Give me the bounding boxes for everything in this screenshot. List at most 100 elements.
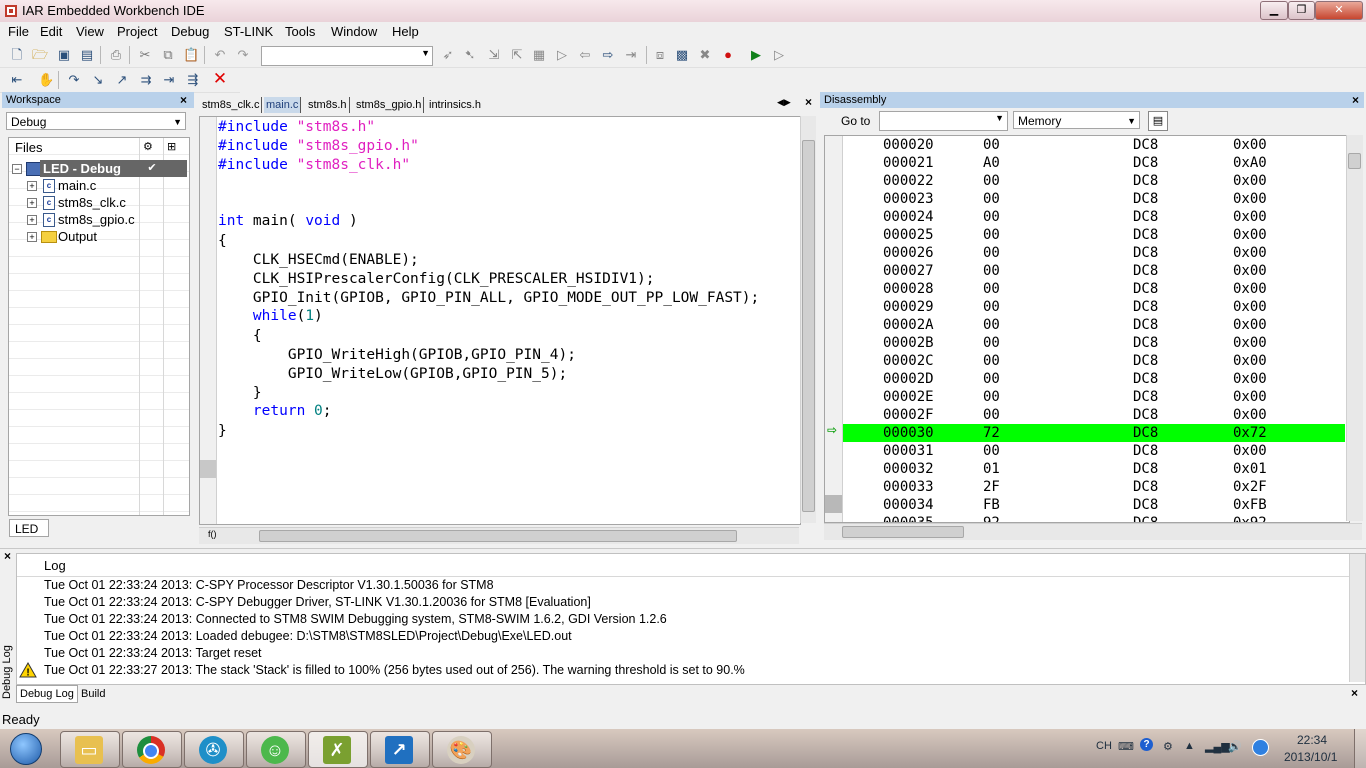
close-icon[interactable]: × (180, 92, 187, 108)
expand-icon[interactable]: + (27, 232, 37, 242)
clock-time[interactable]: 22:34 (1297, 733, 1327, 747)
disassembly-row[interactable]: 000029 00 DC8 0x00 (843, 298, 1345, 316)
step-out-icon[interactable]: ↗ (114, 72, 130, 88)
print-icon[interactable]: ⎙ (108, 47, 124, 63)
taskbar-chrome[interactable] (122, 731, 182, 768)
close-button[interactable]: ✕ (1315, 1, 1363, 20)
menu-tools[interactable]: Tools (285, 24, 315, 39)
tree-item-stm8s-gpio-c[interactable]: + c stm8s_gpio.c (9, 211, 187, 228)
network-icon[interactable]: ▂▄▆ (1205, 740, 1230, 753)
save-icon[interactable]: ▣ (56, 47, 72, 63)
collapse-icon[interactable]: − (12, 164, 22, 174)
disassembly-row[interactable]: 000028 00 DC8 0x00 (843, 280, 1345, 298)
tray-language[interactable]: CH (1096, 740, 1112, 752)
disassembly-options-icon[interactable]: ▤ (1148, 111, 1168, 131)
find-combo[interactable]: ▼ (261, 46, 433, 66)
compile-icon[interactable]: ⧈ (652, 47, 668, 63)
keyboard-icon[interactable]: ⌨ (1118, 740, 1134, 753)
log-vertical-scrollbar[interactable] (1349, 554, 1365, 682)
disassembly-row[interactable]: 00002D 00 DC8 0x00 (843, 370, 1345, 388)
tree-item-stm8s-clk-c[interactable]: + c stm8s_clk.c (9, 194, 187, 211)
make-icon[interactable]: ▩ (674, 47, 690, 63)
tab-build[interactable]: Build (78, 686, 108, 702)
go-icon[interactable]: ⇶ (185, 72, 201, 88)
editor-horizontal-scrollbar[interactable]: f() (199, 527, 799, 544)
code-editor[interactable]: #include "stm8s.h" #include "stm8s_gpio.… (199, 116, 801, 525)
disassembly-row[interactable]: 000032 01 DC8 0x01 (843, 460, 1345, 478)
show-hidden-icons-icon[interactable]: ▲ (1184, 740, 1195, 752)
nav-next-icon[interactable]: ⇥ (623, 47, 639, 63)
tree-settings-icon[interactable]: ⊞ (167, 139, 176, 156)
cut-icon[interactable]: ✂ (137, 47, 153, 63)
break-icon[interactable]: ✋ (38, 72, 54, 88)
menu-file[interactable]: File (8, 24, 29, 39)
close-icon[interactable]: × (1351, 686, 1358, 700)
menu-view[interactable]: View (76, 24, 104, 39)
show-desktop-button[interactable] (1354, 729, 1366, 768)
editor-vertical-scrollbar[interactable] (800, 116, 816, 523)
tab-main-c[interactable]: main.c (264, 97, 302, 113)
workspace-config-select[interactable]: Debug ▼ (6, 112, 186, 130)
find-in-files-icon[interactable]: ⇲ (486, 47, 502, 63)
start-button[interactable] (3, 730, 47, 767)
paste-icon[interactable]: 📋 (183, 47, 199, 63)
expand-icon[interactable]: + (27, 181, 37, 191)
close-icon[interactable]: × (805, 95, 812, 109)
disassembly-horizontal-scrollbar[interactable] (824, 523, 1362, 540)
download-debug-icon[interactable]: ▶ (748, 47, 764, 63)
taskbar-explorer[interactable]: ▭ (60, 731, 120, 768)
tray-settings-icon[interactable]: ⚙ (1163, 740, 1173, 753)
menu-window[interactable]: Window (331, 24, 377, 39)
tray-globe-icon[interactable] (1252, 739, 1269, 756)
disassembly-row-current[interactable]: 000030 72 DC8 0x72 (843, 424, 1345, 442)
tree-project-row[interactable]: − LED - Debug ✔ (9, 160, 187, 177)
nav-forward-icon[interactable]: ⇨ (600, 47, 616, 63)
step-over-icon[interactable]: ↷ (66, 72, 82, 88)
stop-build-icon[interactable]: ✖ (697, 47, 713, 63)
tab-stm8s-gpio-h[interactable]: stm8s_gpio.h (354, 97, 425, 113)
disassembly-row[interactable]: 000031 00 DC8 0x00 (843, 442, 1345, 460)
options-icon[interactable]: ⚙ (143, 139, 153, 156)
reset-icon[interactable]: ⇤ (9, 72, 25, 88)
redo-icon[interactable]: ↷ (235, 47, 251, 63)
goto-input[interactable]: ▼ (879, 111, 1008, 131)
breakpoint-icon[interactable]: ● (720, 47, 736, 63)
find-prev-icon[interactable]: ➷ (462, 47, 478, 63)
tab-intrinsics-h[interactable]: intrinsics.h (427, 97, 483, 113)
editor-margin[interactable] (200, 117, 217, 524)
disassembly-listing[interactable]: ⇨ 000020 00 DC8 0x00 000021 A0 DC8 0xA0 000022 00… (824, 135, 1350, 523)
save-all-icon[interactable]: ▤ (79, 47, 95, 63)
stop-debug-icon[interactable]: ✕ (212, 70, 228, 87)
bookmark-icon[interactable]: ▷ (554, 47, 570, 63)
taskbar-st-tool[interactable]: ✗ (308, 731, 368, 768)
menu-debug[interactable]: Debug (171, 24, 209, 39)
disassembly-row[interactable]: 000021 A0 DC8 0xA0 (843, 154, 1345, 172)
tree-item-main-c[interactable]: + c main.c (9, 177, 187, 194)
taskbar-media[interactable]: ✇ (184, 731, 244, 768)
menu-edit[interactable]: Edit (40, 24, 62, 39)
menu-st-link[interactable]: ST-LINK (224, 24, 273, 39)
expand-icon[interactable]: + (27, 198, 37, 208)
minimize-button[interactable]: ▁ (1260, 1, 1288, 20)
disassembly-vertical-scrollbar[interactable] (1346, 135, 1363, 521)
function-icon[interactable]: f() (208, 529, 217, 539)
maximize-button[interactable]: ❐ (1288, 1, 1315, 20)
disassembly-row[interactable]: 000024 00 DC8 0x00 (843, 208, 1345, 226)
disassembly-margin[interactable]: ⇨ (825, 136, 843, 522)
find-next-icon[interactable]: ➶ (440, 47, 456, 63)
disassembly-row[interactable]: 00002E 00 DC8 0x00 (843, 388, 1345, 406)
open-folder-icon[interactable]: 🗁 (32, 47, 48, 63)
menu-help[interactable]: Help (392, 24, 419, 39)
tree-item-output[interactable]: + Output (9, 228, 187, 245)
taskbar-paint[interactable]: 🎨 (432, 731, 492, 768)
disassembly-row[interactable]: 000022 00 DC8 0x00 (843, 172, 1345, 190)
disassembly-row[interactable]: 00002C 00 DC8 0x00 (843, 352, 1345, 370)
disassembly-row[interactable]: 000035 92 DC8 0x92 (843, 514, 1345, 522)
disassembly-row[interactable]: 000027 00 DC8 0x00 (843, 262, 1345, 280)
tab-stm8s-clk-c[interactable]: stm8s_clk.c (200, 97, 263, 113)
volume-icon[interactable]: 🔊 (1228, 740, 1242, 753)
undo-icon[interactable]: ↶ (212, 47, 228, 63)
next-statement-icon[interactable]: ⇉ (138, 72, 154, 88)
workspace-tab-led[interactable]: LED (9, 519, 49, 537)
copy-icon[interactable]: ⧉ (160, 47, 176, 63)
